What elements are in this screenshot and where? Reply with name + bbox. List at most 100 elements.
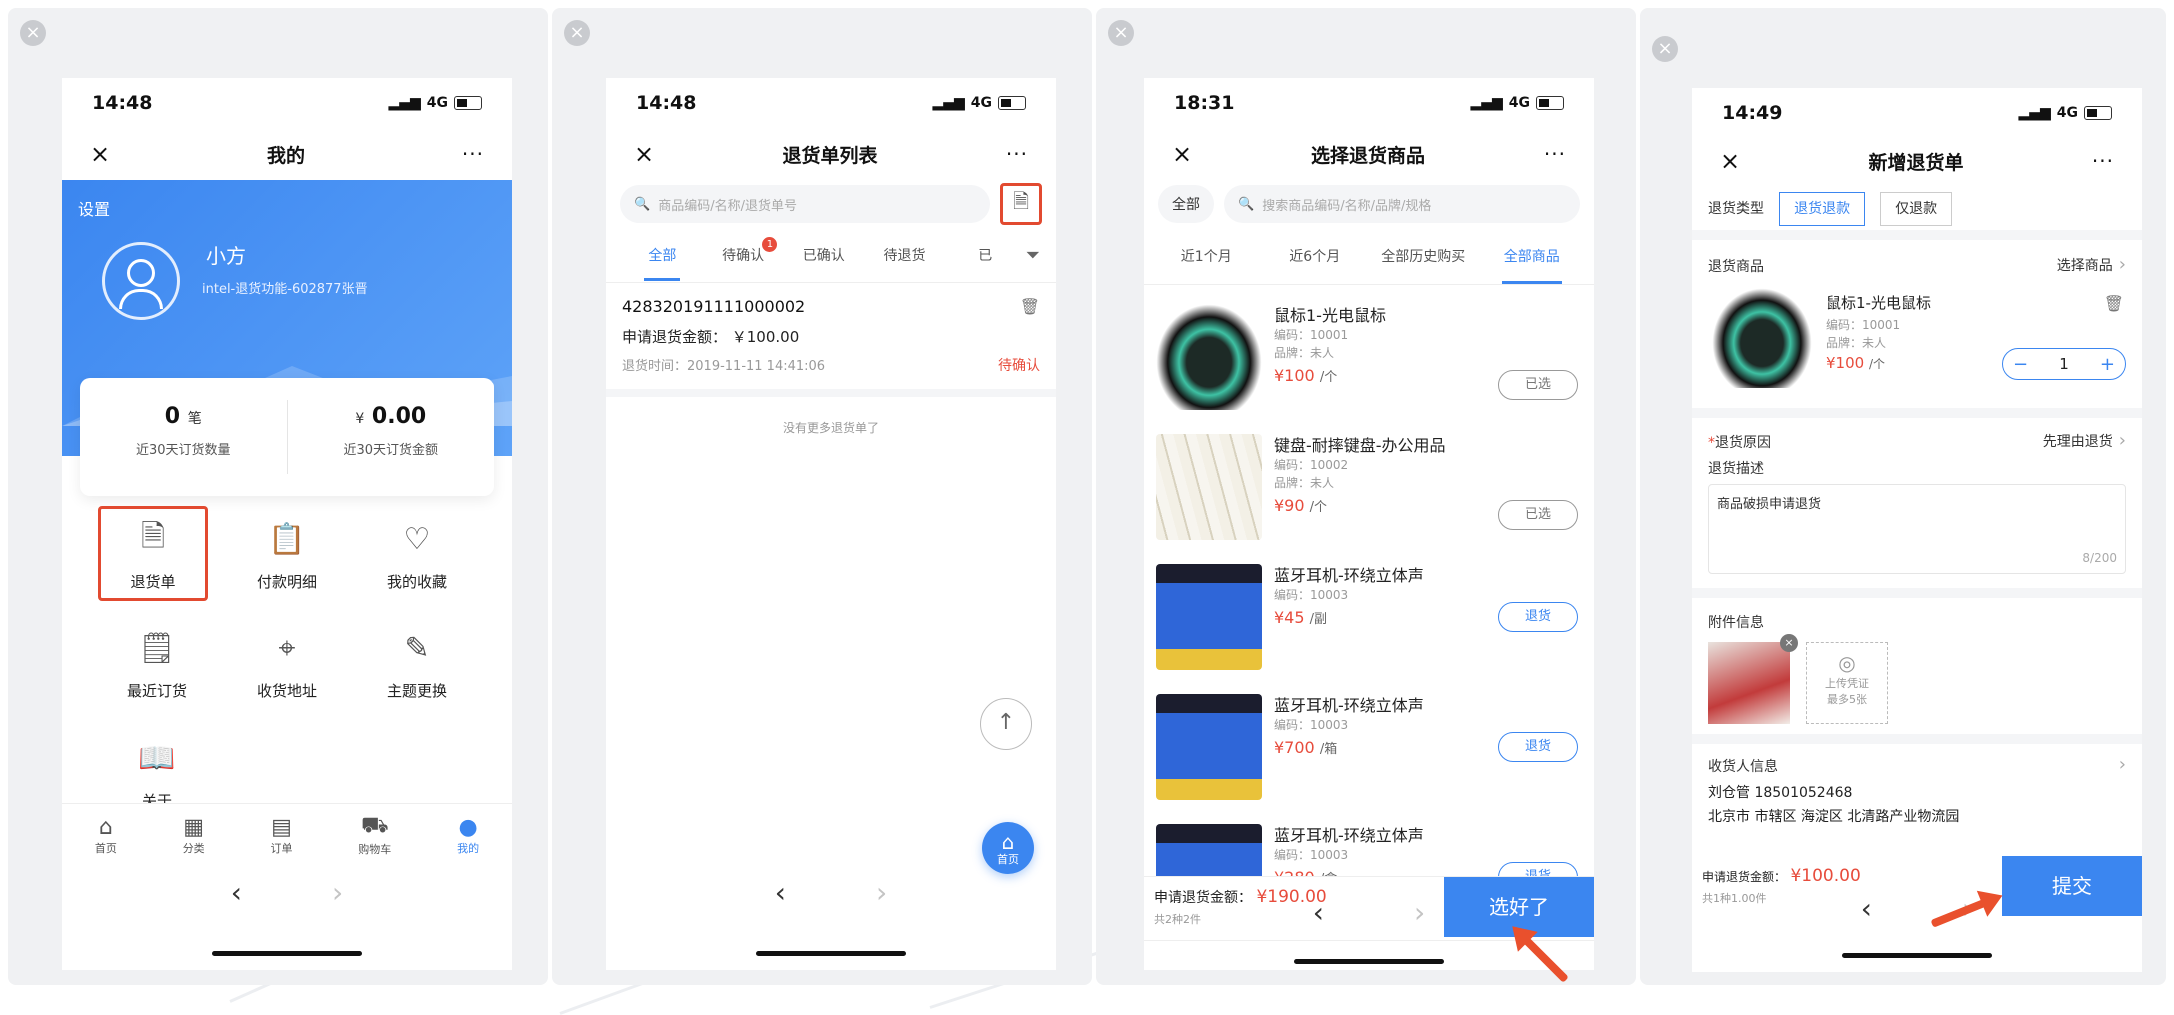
grid-item-favorites[interactable]: ♡ 我的收藏 [362, 515, 472, 592]
order-number: 428320191111000002 [622, 297, 806, 316]
card-close-icon[interactable]: × [20, 20, 46, 46]
nav-bar: × 新增退货单 ··· [1692, 138, 2142, 184]
phone-profile: 14:48 ▂▄▆ 4G × 我的 ··· 设置 小方 intel-退货功能-6… [62, 78, 512, 970]
grid-item-about[interactable]: 📖 关于 [102, 734, 212, 811]
tab-orders[interactable]: ▤ 订单 [270, 815, 292, 856]
plus-icon: + [2099, 353, 2115, 375]
signal-indicator: ▂▄▆ 4G [932, 95, 1026, 111]
back-icon[interactable]: ‹ [1313, 896, 1324, 929]
product-item[interactable]: 键盘-耐摔键盘-办公用品 编码：10002 品牌：未人 ¥90 /个 已选 [1144, 420, 1594, 551]
forward-icon[interactable]: › [876, 876, 887, 909]
search-input[interactable]: 🔍 搜索商品编码/名称/品牌/规格 [1224, 185, 1580, 223]
close-icon[interactable]: × [90, 140, 110, 168]
card-close-icon[interactable]: × [1652, 36, 1678, 62]
product-item[interactable]: 鼠标1-光电鼠标 编码：10001 品牌：未人 ¥100 /个 已选 [1144, 290, 1594, 421]
return-button[interactable]: 退货 [1498, 732, 1578, 762]
signal-indicator: ▂▄▆ 4G [388, 95, 482, 111]
screenshot-card-1: × 14:48 ▂▄▆ 4G × 我的 ··· 设置 小方 intel-退货功能… [8, 8, 548, 985]
quantity-stepper[interactable]: −1 + [2002, 348, 2126, 380]
filter-all-history[interactable]: 全部历史购买 [1369, 246, 1478, 266]
category-select[interactable]: 全部 [1158, 185, 1214, 223]
tab-mine[interactable]: ● 我的 [457, 815, 479, 856]
reason-select[interactable]: 先理由退货 › [2043, 430, 2126, 451]
arrow-up-icon: ↑ [996, 710, 1016, 735]
product-item[interactable]: 蓝牙耳机-环绕立体声 编码：10003 ¥700 /箱 退货 [1144, 680, 1594, 811]
choose-goods-link[interactable]: 选择商品 › [2057, 254, 2126, 275]
card-close-icon[interactable]: × [1108, 20, 1134, 46]
more-icon[interactable]: ··· [2092, 149, 2114, 173]
grid-item-theme[interactable]: ✎ 主题更换 [362, 624, 472, 701]
search-input[interactable]: 🔍 商品编码/名称/退货单号 [620, 185, 990, 223]
book-icon: 📖 [138, 740, 176, 776]
back-icon[interactable]: ‹ [231, 876, 242, 909]
filter-6-months[interactable]: 近6个月 [1261, 246, 1370, 266]
selected-button[interactable]: 已选 [1498, 500, 1578, 530]
user-org: intel-退货功能-602877张晋 [202, 282, 368, 297]
search-row: 全部 🔍 搜索商品编码/名称/品牌/规格 [1144, 180, 1594, 228]
mouse-image [1156, 304, 1262, 410]
tab-all[interactable]: 全部 [622, 245, 703, 281]
back-icon[interactable]: ‹ [775, 876, 786, 909]
receiver-section[interactable]: 收货人信息 › 刘仓管 18501052468 北京市 市辖区 海淀区 北清路产… [1692, 744, 2142, 854]
clipboard-icon: 📋 [268, 521, 306, 557]
more-icon[interactable]: ··· [1544, 142, 1566, 166]
filter-all-goods[interactable]: 全部商品 [1478, 246, 1587, 284]
order-count-stat[interactable]: 0 笔 近30天订货数量 [80, 378, 287, 496]
battery-icon [1536, 96, 1564, 110]
attachment-thumbnail[interactable]: × [1708, 634, 1798, 724]
more-icon[interactable]: ··· [462, 142, 484, 166]
more-icon[interactable]: ··· [1006, 142, 1028, 166]
selected-button[interactable]: 已选 [1498, 370, 1578, 400]
user-icon: ● [458, 814, 478, 840]
scroll-top-button[interactable]: ↑ [980, 698, 1032, 750]
nav-bar: × 我的 ··· [62, 128, 512, 180]
filter-icon[interactable]: ⏷ [1026, 245, 1040, 266]
forward-icon[interactable]: › [332, 876, 343, 909]
filter-1-month[interactable]: 近1个月 [1152, 246, 1261, 266]
close-icon[interactable]: × [634, 140, 654, 168]
tab-pending-confirm[interactable]: 待确认 1 [703, 237, 784, 265]
phone-return-list: 14:48 ▂▄▆ 4G × 退货单列表 ··· 🔍 商品编码/名称/退货单号 … [606, 78, 1056, 970]
tab-pending-return[interactable]: 待退货 [864, 245, 945, 265]
highlight-box: 🗎 退货单 [98, 506, 208, 601]
product-item[interactable]: 蓝牙耳机-环绕立体声 编码：10003 ¥45 /副 退货 [1144, 550, 1594, 681]
return-button[interactable]: 退货 [1498, 602, 1578, 632]
grid-item-recent-orders[interactable]: 🗒 最近订货 [102, 624, 212, 701]
tab-category[interactable]: ▦ 分类 [183, 815, 205, 856]
type-refund-only[interactable]: 仅退款 [1880, 192, 1953, 226]
type-return-refund[interactable]: 退货退款 [1779, 192, 1866, 226]
cart-icon: ⛟ [360, 813, 389, 838]
page-title: 新增退货单 [1868, 151, 1964, 174]
reason-section: *退货原因 先理由退货 › 退货描述 商品破损申请退货 8/200 [1692, 418, 2142, 598]
return-order-item[interactable]: 428320191111000002 🗑 申请退货金额： ￥100.00 退货时间… [606, 283, 1056, 397]
forward-icon[interactable]: › [1414, 896, 1425, 929]
trash-icon[interactable]: 🗑 [2104, 294, 2124, 313]
stats-card: 0 笔 近30天订货数量 ¥ 0.00 近30天订货金额 [80, 378, 494, 496]
trash-icon[interactable]: 🗑 [1020, 297, 1040, 316]
return-goods-section: 退货商品 选择商品 › 鼠标1-光电鼠标 编码：10001 品牌：未人 ¥100 … [1692, 240, 2142, 418]
card-close-icon[interactable]: × [564, 20, 590, 46]
tab-home[interactable]: ⌂ 首页 [95, 815, 117, 856]
tab-more[interactable]: 已 [945, 245, 1026, 265]
tab-cart[interactable]: ⛟ 购物车 [358, 813, 391, 857]
grid-item-payment-details[interactable]: 📋 付款明细 [232, 515, 342, 592]
close-icon[interactable]: × [1720, 147, 1740, 175]
search-row: 🔍 商品编码/名称/退货单号 🗎 [606, 180, 1056, 228]
grid-item-address[interactable]: ⌖ 收货地址 [232, 624, 342, 701]
grid-item-return-orders[interactable]: 🗎 退货单 [98, 506, 208, 601]
keyboard-image [1156, 434, 1262, 540]
phone-new-return: 14:49 ▂▄▆ 4G × 新增退货单 ··· 退货类型 退货退款 仅退款 退… [1692, 88, 2142, 972]
battery-icon [998, 96, 1026, 110]
order-amount-stat[interactable]: ¥ 0.00 近30天订货金额 [288, 378, 495, 496]
settings-link[interactable]: 设置 [78, 196, 110, 220]
avatar[interactable] [102, 242, 180, 320]
location-icon: ⌖ [278, 630, 296, 666]
nav-bar: × 退货单列表 ··· [606, 128, 1056, 180]
status-time: 14:48 [636, 92, 697, 114]
tab-confirmed[interactable]: 已确认 [783, 245, 864, 265]
description-textarea[interactable]: 商品破损申请退货 8/200 [1708, 484, 2126, 574]
new-return-order-button[interactable]: 🗎 [1000, 183, 1042, 225]
upload-button[interactable]: ◎ 上传凭证 最多5张 [1806, 642, 1888, 724]
close-icon[interactable]: × [1172, 140, 1192, 168]
back-icon[interactable]: ‹ [1861, 892, 1872, 925]
